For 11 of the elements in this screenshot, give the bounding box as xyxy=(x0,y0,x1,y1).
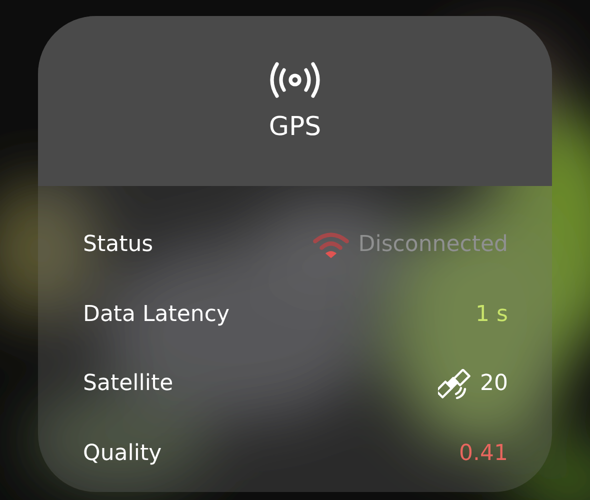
status-value: Disconnected xyxy=(358,232,508,258)
broadcast-icon xyxy=(267,60,323,100)
satellite-icon xyxy=(438,368,472,399)
row-value: 1 s xyxy=(476,302,508,327)
row-label: Data Latency xyxy=(83,302,230,327)
satellite-count: 20 xyxy=(480,371,508,396)
row-label: Status xyxy=(83,232,154,258)
row-label: Satellite xyxy=(83,371,174,396)
card-title: GPS xyxy=(268,112,322,142)
row-value: 0.41 xyxy=(459,440,508,466)
row-label: Quality xyxy=(83,440,162,466)
